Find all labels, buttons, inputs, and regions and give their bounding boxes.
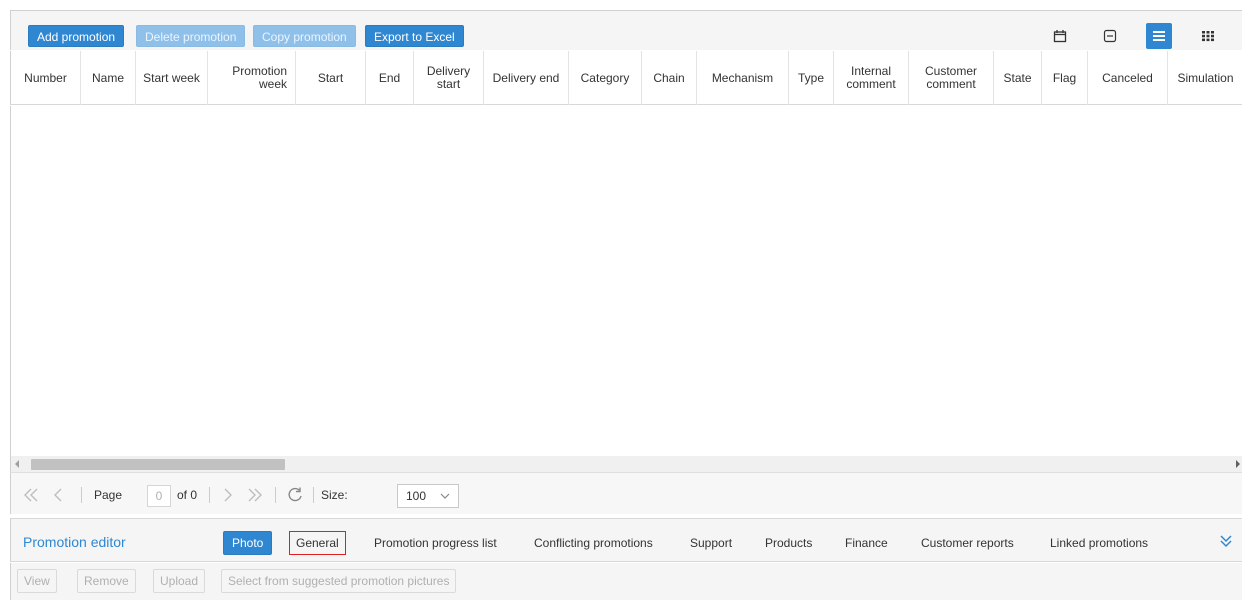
column-header-customer-comment[interactable]: Customer comment bbox=[909, 51, 994, 105]
tab-photo[interactable]: Photo bbox=[223, 531, 273, 555]
editor-title: Promotion editor bbox=[23, 534, 126, 550]
column-header-delivery-end[interactable]: Delivery end bbox=[484, 51, 569, 105]
grid-header: Number Name Start week Promotion week St… bbox=[10, 51, 1242, 105]
collapse-panel-icon[interactable] bbox=[1218, 533, 1234, 549]
pager-separator bbox=[209, 487, 210, 503]
page-size-label: Size: bbox=[321, 488, 348, 502]
pager-separator bbox=[81, 487, 82, 503]
tab-linked-promotions[interactable]: Linked promotions bbox=[1043, 531, 1155, 555]
tab-support[interactable]: Support bbox=[683, 531, 739, 555]
remove-photo-button[interactable]: Remove bbox=[77, 569, 136, 593]
page-count-label: of 0 bbox=[177, 488, 198, 502]
tab-finance[interactable]: Finance bbox=[838, 531, 895, 555]
tab-conflicting-promotions[interactable]: Conflicting promotions bbox=[527, 531, 660, 555]
delete-promotion-button[interactable]: Delete promotion bbox=[136, 25, 246, 47]
column-header-end[interactable]: End bbox=[366, 51, 414, 105]
page-label: Page bbox=[94, 488, 123, 502]
export-to-excel-button[interactable]: Export to Excel bbox=[365, 25, 464, 47]
column-header-delivery-start[interactable]: Delivery start bbox=[414, 51, 484, 105]
calendar-icon[interactable] bbox=[1047, 23, 1073, 49]
tab-products[interactable]: Products bbox=[758, 531, 819, 555]
scroll-left-arrow-icon[interactable] bbox=[15, 460, 19, 468]
chevron-down-icon bbox=[440, 493, 450, 499]
upload-photo-button[interactable]: Upload bbox=[153, 569, 206, 593]
page-number-input[interactable]: 0 bbox=[147, 485, 171, 507]
last-page-icon[interactable] bbox=[243, 483, 267, 507]
pager-separator bbox=[275, 487, 276, 503]
grid-body bbox=[10, 106, 1242, 456]
view-photo-button[interactable]: View bbox=[17, 569, 57, 593]
select-suggested-pictures-button[interactable]: Select from suggested promotion pictures bbox=[221, 569, 457, 593]
scrollbar-thumb[interactable] bbox=[31, 459, 285, 470]
column-header-start-week[interactable]: Start week bbox=[136, 51, 208, 105]
column-header-flag[interactable]: Flag bbox=[1042, 51, 1088, 105]
pager: Page 0 of 0 Size: 100 bbox=[10, 472, 1242, 514]
page-size-value: 100 bbox=[406, 489, 427, 503]
column-header-type[interactable]: Type bbox=[789, 51, 834, 105]
scroll-right-arrow-icon[interactable] bbox=[1236, 460, 1240, 468]
photo-actions-toolbar: View Remove Upload Select from suggested… bbox=[10, 563, 1242, 600]
promotion-editor-bar: Promotion editor Photo General Promotion… bbox=[10, 518, 1242, 562]
add-promotion-button[interactable]: Add promotion bbox=[28, 25, 125, 47]
promotion-toolbar: Add promotion Delete promotion Copy prom… bbox=[10, 10, 1242, 50]
column-header-simulation[interactable]: Simulation bbox=[1168, 51, 1242, 105]
grid-view-icon[interactable] bbox=[1195, 23, 1221, 49]
column-header-internal-comment[interactable]: Internal comment bbox=[834, 51, 909, 105]
pager-separator bbox=[313, 487, 314, 503]
list-view-icon[interactable] bbox=[1146, 23, 1172, 49]
next-page-icon[interactable] bbox=[217, 483, 239, 507]
copy-promotion-button[interactable]: Copy promotion bbox=[253, 25, 356, 47]
column-header-name[interactable]: Name bbox=[81, 51, 136, 105]
collapse-box-icon[interactable] bbox=[1097, 23, 1123, 49]
page-size-select[interactable]: 100 bbox=[397, 484, 459, 508]
column-header-promotion-week[interactable]: Promotion week bbox=[208, 51, 296, 105]
top-spacer bbox=[0, 0, 1242, 10]
tab-customer-reports[interactable]: Customer reports bbox=[914, 531, 1021, 555]
column-header-number[interactable]: Number bbox=[11, 51, 81, 105]
tab-general[interactable]: General bbox=[289, 531, 346, 555]
tab-promotion-progress-list[interactable]: Promotion progress list bbox=[367, 531, 504, 555]
column-header-canceled[interactable]: Canceled bbox=[1088, 51, 1168, 105]
previous-page-icon[interactable] bbox=[47, 483, 69, 507]
column-header-start[interactable]: Start bbox=[296, 51, 366, 105]
horizontal-scrollbar[interactable] bbox=[10, 456, 1242, 472]
column-header-state[interactable]: State bbox=[994, 51, 1042, 105]
column-header-category[interactable]: Category bbox=[569, 51, 642, 105]
refresh-icon[interactable] bbox=[283, 483, 307, 507]
column-header-mechanism[interactable]: Mechanism bbox=[697, 51, 789, 105]
column-header-chain[interactable]: Chain bbox=[642, 51, 697, 105]
first-page-icon[interactable] bbox=[19, 483, 43, 507]
